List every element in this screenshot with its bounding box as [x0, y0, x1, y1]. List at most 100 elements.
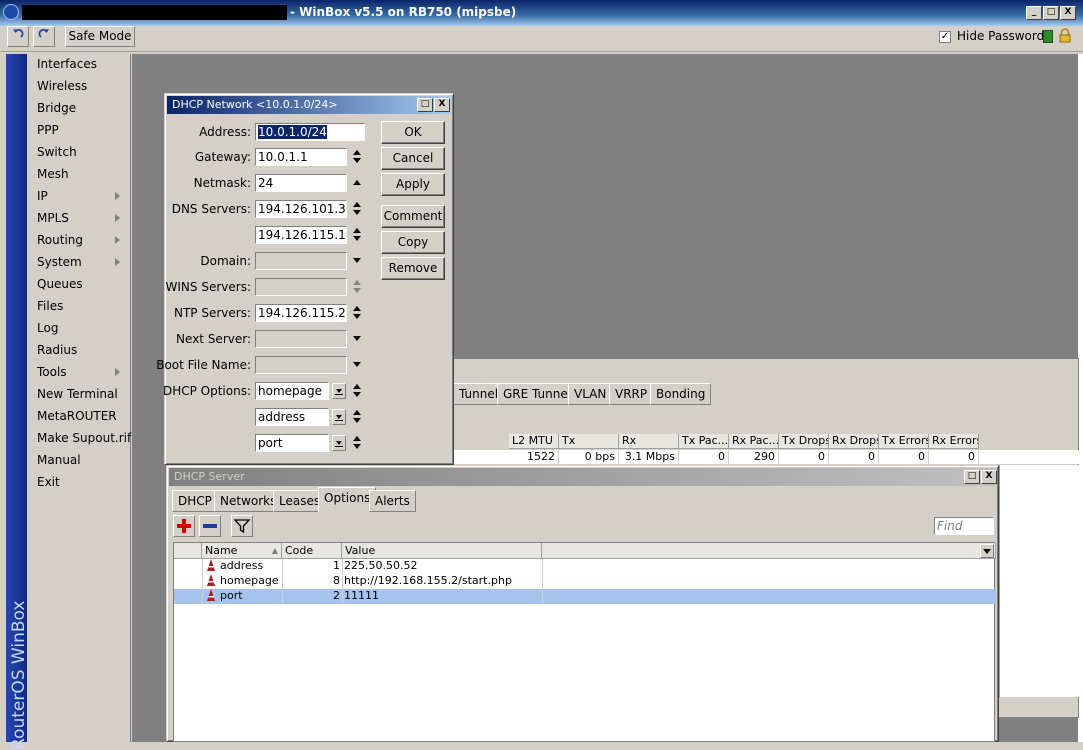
dns-servers-label: DNS Servers: — [171, 202, 251, 216]
wins-servers-field[interactable] — [255, 278, 347, 296]
column-tx-drops[interactable]: Tx Drops — [779, 434, 829, 449]
tab-vlan[interactable]: VLAN — [568, 383, 613, 405]
column-code[interactable]: Code — [282, 543, 342, 559]
apply-button[interactable]: Apply — [381, 173, 445, 196]
sidebar-item-interfaces[interactable]: Interfaces — [37, 54, 97, 74]
column-l2-mtu[interactable]: L2 MTU — [509, 434, 559, 449]
dhcp-option-3-spinner[interactable] — [351, 435, 363, 451]
comment-button[interactable]: Comment — [381, 205, 445, 228]
dns-server-2-spinner[interactable] — [351, 227, 363, 243]
cell-rx-packets: 290 — [729, 450, 779, 464]
sidebar-item-routing[interactable]: Routing — [37, 230, 83, 250]
dhcp-option-3-combo-button[interactable] — [332, 435, 346, 451]
column-tx[interactable]: Tx — [559, 434, 619, 449]
close-button[interactable]: X — [1060, 6, 1076, 20]
column-tx-errors[interactable]: Tx Errors — [879, 434, 929, 449]
column-rx-packets[interactable]: Rx Pac... — [729, 434, 779, 449]
sidebar-item-manual[interactable]: Manual — [37, 450, 81, 470]
column-rx[interactable]: Rx — [619, 434, 679, 449]
redo-button[interactable] — [33, 26, 55, 47]
cell-value: 225.50.50.52 — [344, 559, 418, 572]
column-filler — [542, 543, 996, 559]
sidebar-item-ppp[interactable]: PPP — [37, 120, 59, 140]
maximize-button[interactable]: □ — [417, 98, 433, 112]
add-button[interactable] — [173, 515, 195, 537]
sidebar-item-metarouter[interactable]: MetaROUTER — [37, 406, 117, 426]
wins-servers-spinner[interactable] — [351, 279, 363, 295]
dhcp-option-2-combo-button[interactable] — [332, 409, 346, 425]
cell-rx-errors: 0 — [929, 450, 979, 464]
tab-options[interactable]: Options — [318, 487, 377, 512]
address-field[interactable]: 10.0.1.0/24 — [255, 123, 365, 141]
tab-vrrp[interactable]: VRRP — [609, 383, 654, 405]
cancel-button[interactable]: Cancel — [381, 147, 445, 170]
sidebar-item-switch[interactable]: Switch — [37, 142, 77, 162]
column-name[interactable]: Name ▲ — [202, 543, 282, 559]
column-tx-packets[interactable]: Tx Pac... — [679, 434, 729, 449]
sidebar-item-new-terminal[interactable]: New Terminal — [37, 384, 118, 404]
tab-gre-tunnel[interactable]: GRE Tunnel — [497, 383, 578, 405]
next-server-field[interactable] — [255, 330, 347, 348]
column-rx-drops[interactable]: Rx Drops — [829, 434, 879, 449]
tab-alerts[interactable]: Alerts — [369, 490, 416, 512]
netmask-field[interactable]: 24 — [255, 174, 347, 192]
domain-dropdown[interactable] — [351, 253, 363, 269]
boot-file-name-field[interactable] — [255, 356, 347, 374]
maximize-button[interactable]: □ — [964, 470, 980, 484]
sidebar-item-mesh[interactable]: Mesh — [37, 164, 69, 184]
maximize-button[interactable]: □ — [1043, 6, 1059, 20]
column-chooser-button[interactable] — [980, 544, 994, 558]
sidebar-item-files[interactable]: Files — [37, 296, 63, 316]
interface-row[interactable]: 1522 0 bps 3.1 Mbps 0 290 0 0 0 0 — [453, 450, 1080, 464]
remove-button[interactable]: Remove — [381, 257, 445, 280]
ntp-servers-field[interactable]: 194.126.115.242 — [255, 304, 347, 322]
dhcp-option-3-select[interactable]: port — [255, 434, 329, 452]
sidebar-item-mpls[interactable]: MPLS — [37, 208, 69, 228]
filter-button[interactable] — [231, 515, 253, 537]
netmask-spinner[interactable] — [351, 175, 363, 191]
table-row-selected[interactable]: port 2 11111 — [174, 589, 996, 604]
column-rx-errors[interactable]: Rx Errors — [929, 434, 979, 449]
dhcp-option-1-select[interactable]: homepage — [255, 382, 329, 400]
ntp-servers-spinner[interactable] — [351, 305, 363, 321]
sidebar-item-tools[interactable]: Tools — [37, 362, 67, 382]
dhcp-option-2-spinner[interactable] — [351, 409, 363, 425]
close-button[interactable]: X — [434, 98, 450, 112]
dns-server-2-field[interactable]: 194.126.115.18 — [255, 226, 347, 244]
find-input[interactable]: Find — [934, 517, 994, 535]
sidebar-item-bridge[interactable]: Bridge — [37, 98, 76, 118]
dns-server-1-spinner[interactable] — [351, 201, 363, 217]
sidebar-item-wireless[interactable]: Wireless — [37, 76, 87, 96]
minimize-button[interactable]: _ — [1026, 6, 1042, 20]
submenu-arrow-icon — [115, 258, 120, 266]
tab-dhcp[interactable]: DHCP — [172, 490, 218, 512]
close-button[interactable]: X — [981, 470, 997, 484]
sidebar-item-make-supout[interactable]: Make Supout.rif — [37, 428, 131, 448]
dhcp-option-1-combo-button[interactable] — [332, 383, 346, 399]
copy-button[interactable]: Copy — [381, 231, 445, 254]
tab-bonding[interactable]: Bonding — [650, 383, 712, 405]
undo-button[interactable] — [7, 26, 29, 47]
dns-server-1-field[interactable]: 194.126.101.34 — [255, 200, 347, 218]
table-row[interactable]: homepage 8 http://192.168.155.2/start.ph… — [174, 574, 996, 589]
ok-button[interactable]: OK — [381, 121, 445, 144]
sidebar-item-radius[interactable]: Radius — [37, 340, 77, 360]
column-value[interactable]: Value — [342, 543, 542, 559]
sidebar-item-exit[interactable]: Exit — [37, 472, 60, 492]
dhcp-option-2-select[interactable]: address — [255, 408, 329, 426]
gateway-field[interactable]: 10.0.1.1 — [255, 148, 347, 166]
table-row[interactable]: address 1 225.50.50.52 — [174, 559, 996, 574]
domain-field[interactable] — [255, 252, 347, 270]
remove-button[interactable] — [199, 515, 221, 537]
safe-mode-button[interactable]: Safe Mode — [65, 26, 135, 47]
sidebar-item-log[interactable]: Log — [37, 318, 58, 338]
boot-file-name-dropdown[interactable] — [351, 357, 363, 373]
gateway-spinner[interactable] — [351, 149, 363, 165]
sidebar-item-ip[interactable]: IP — [37, 186, 48, 206]
sidebar-item-system[interactable]: System — [37, 252, 82, 272]
next-server-dropdown[interactable] — [351, 331, 363, 347]
main-toolbar: Safe Mode ✓ Hide Passwords — [0, 26, 1083, 52]
sidebar-item-queues[interactable]: Queues — [37, 274, 83, 294]
hide-passwords-checkbox[interactable]: ✓ — [939, 31, 951, 43]
dhcp-option-1-spinner[interactable] — [351, 383, 363, 399]
